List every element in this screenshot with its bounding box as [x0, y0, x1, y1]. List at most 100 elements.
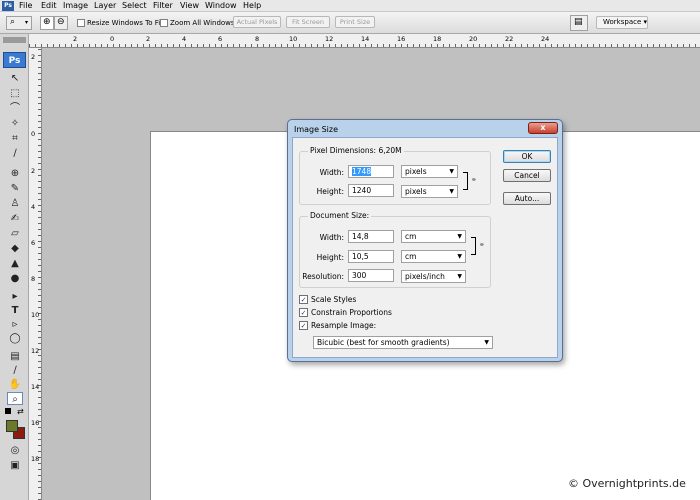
menu-file[interactable]: File	[19, 0, 32, 12]
slice-tool-icon[interactable]: ∕	[7, 147, 23, 160]
cancel-button[interactable]: Cancel	[503, 169, 551, 182]
zoom-out-button[interactable]: ⊖	[54, 16, 68, 30]
menu-layer[interactable]: Layer	[94, 0, 116, 12]
actual-pixels-button[interactable]: Actual Pixels	[233, 16, 281, 28]
resize-windows-checkbox[interactable]	[77, 19, 85, 27]
link-bracket	[463, 172, 468, 190]
menu-view[interactable]: View	[180, 0, 199, 12]
menu-image[interactable]: Image	[63, 0, 88, 12]
resize-windows-label: Resize Windows To Fit	[87, 19, 163, 27]
path-selection-tool-icon[interactable]: ▸	[7, 290, 23, 303]
ruler-tick-label: 18	[433, 35, 442, 43]
dodge-tool-icon[interactable]: ●	[7, 272, 23, 285]
ruler-tick-label: 14	[31, 383, 40, 391]
swap-colors-icon[interactable]: ⇄	[17, 407, 24, 416]
menu-edit[interactable]: Edit	[41, 0, 57, 12]
foreground-color-swatch[interactable]	[6, 420, 18, 432]
ruler-tick-label: 22	[505, 35, 514, 43]
lasso-tool-icon[interactable]: ⌒	[7, 102, 23, 115]
doc-width-label: Width:	[319, 233, 344, 242]
scale-styles-checkbox[interactable]: ✓	[299, 295, 308, 304]
ruler-tick-label: 8	[255, 35, 260, 43]
screen-mode-icon[interactable]: ▣	[7, 459, 23, 472]
ruler-tick-label: 2	[73, 35, 78, 43]
ruler-tick-label: 4	[182, 35, 187, 43]
pixel-height-input[interactable]: 1240	[348, 184, 394, 197]
pixel-dimensions-title: Pixel Dimensions: 6,20M	[308, 146, 404, 155]
ruler-tick-label: 2	[31, 53, 36, 61]
dialog-title: Image Size	[294, 125, 339, 134]
vertical-ruler: 2 0 2 4 6 8 10 12 14 16 18	[29, 48, 42, 500]
quick-mask-icon[interactable]: ◎	[7, 444, 23, 457]
hand-tool-icon[interactable]: ✋	[7, 378, 23, 391]
zoom-tool-icon[interactable]: ⌕	[7, 392, 23, 405]
ok-button[interactable]: OK	[503, 150, 551, 163]
close-button[interactable]: x	[528, 122, 558, 134]
resolution-input[interactable]: 300	[348, 269, 394, 282]
auto-button[interactable]: Auto...	[503, 192, 551, 205]
palette-icon: ▤	[574, 17, 583, 27]
resample-image-label: Resample Image:	[311, 321, 377, 330]
palette-well-button[interactable]: ▤	[570, 15, 588, 31]
constrain-proportions-label: Constrain Proportions	[311, 308, 392, 317]
constrain-proportions-checkbox[interactable]: ✓	[299, 308, 308, 317]
ruler-tick-label: 14	[361, 35, 370, 43]
doc-height-unit-select[interactable]: cm ▼	[401, 250, 466, 263]
zoom-in-icon: ⊕	[43, 17, 51, 27]
menu-help[interactable]: Help	[243, 0, 261, 12]
doc-width-input[interactable]: 14,8	[348, 230, 394, 243]
notes-tool-icon[interactable]: ▤	[7, 350, 23, 363]
ruler-tick-label: 4	[31, 203, 36, 211]
pixel-width-unit-select[interactable]: pixels ▼	[401, 165, 458, 178]
zoom-all-checkbox[interactable]	[160, 19, 168, 27]
direct-selection-tool-icon[interactable]: ▹	[7, 318, 23, 331]
type-tool-icon[interactable]: T	[7, 304, 23, 317]
blur-tool-icon[interactable]: ▲	[7, 257, 23, 270]
brush-tool-icon[interactable]: ✎	[7, 182, 23, 195]
ruler-tick-label: 24	[541, 35, 550, 43]
zoom-in-button[interactable]: ⊕	[40, 16, 54, 30]
dropdown-arrow-icon: ▼	[484, 339, 489, 346]
workspace-dropdown[interactable]: Workspace ▾	[596, 16, 648, 29]
panel-grip[interactable]	[3, 37, 26, 43]
crop-tool-icon[interactable]: ⌗	[7, 132, 23, 145]
ruler-tick-label: 12	[31, 347, 40, 355]
doc-height-label: Height:	[316, 253, 344, 262]
app-icon: Ps	[2, 1, 14, 11]
fit-screen-button[interactable]: Fit Screen	[286, 16, 330, 28]
resample-method-select[interactable]: Bicubic (best for smooth gradients) ▼	[313, 336, 493, 349]
default-colors-icon[interactable]	[5, 408, 11, 414]
eyedropper-tool-icon[interactable]: ∕	[7, 364, 23, 377]
magic-wand-tool-icon[interactable]: ✧	[7, 117, 23, 130]
pixel-width-input[interactable]: 1748	[348, 165, 394, 178]
resolution-unit-select[interactable]: pixels/inch ▼	[401, 270, 466, 283]
pixel-height-unit-select[interactable]: pixels ▼	[401, 185, 458, 198]
ruler-tick-label: 6	[31, 239, 36, 247]
dropdown-arrow-icon: ▼	[449, 168, 454, 175]
doc-height-input[interactable]: 10,5	[348, 250, 394, 263]
print-size-button[interactable]: Print Size	[335, 16, 375, 28]
menu-select[interactable]: Select	[122, 0, 147, 12]
clone-stamp-tool-icon[interactable]: ♙	[7, 197, 23, 210]
zoom-tool-preset[interactable]: ⌕ ▾	[6, 16, 32, 30]
history-brush-tool-icon[interactable]: ✍	[7, 212, 23, 225]
move-tool-icon[interactable]: ↖	[7, 72, 23, 85]
pixel-width-label: Width:	[319, 168, 344, 177]
dropdown-arrow-icon: ▼	[457, 253, 462, 260]
resample-image-checkbox[interactable]: ✓	[299, 321, 308, 330]
ruler-tick-label: 0	[31, 130, 36, 138]
doc-width-unit-select[interactable]: cm ▼	[401, 230, 466, 243]
paint-bucket-tool-icon[interactable]: ◆	[7, 242, 23, 255]
eraser-tool-icon[interactable]: ▱	[7, 227, 23, 240]
chain-link-icon: ⚭	[479, 241, 485, 249]
menu-filter[interactable]: Filter	[153, 0, 173, 12]
scale-styles-label: Scale Styles	[311, 295, 357, 304]
ruler-tick-label: 2	[146, 35, 151, 43]
dropdown-arrow-icon: ▼	[457, 233, 462, 240]
ruler-tick-label: 10	[31, 311, 40, 319]
marquee-tool-icon[interactable]: ⬚	[7, 87, 23, 100]
healing-brush-tool-icon[interactable]: ⊕	[7, 167, 23, 180]
link-bracket	[471, 237, 476, 255]
menu-window[interactable]: Window	[205, 0, 237, 12]
ellipse-tool-icon[interactable]: ◯	[7, 332, 23, 345]
